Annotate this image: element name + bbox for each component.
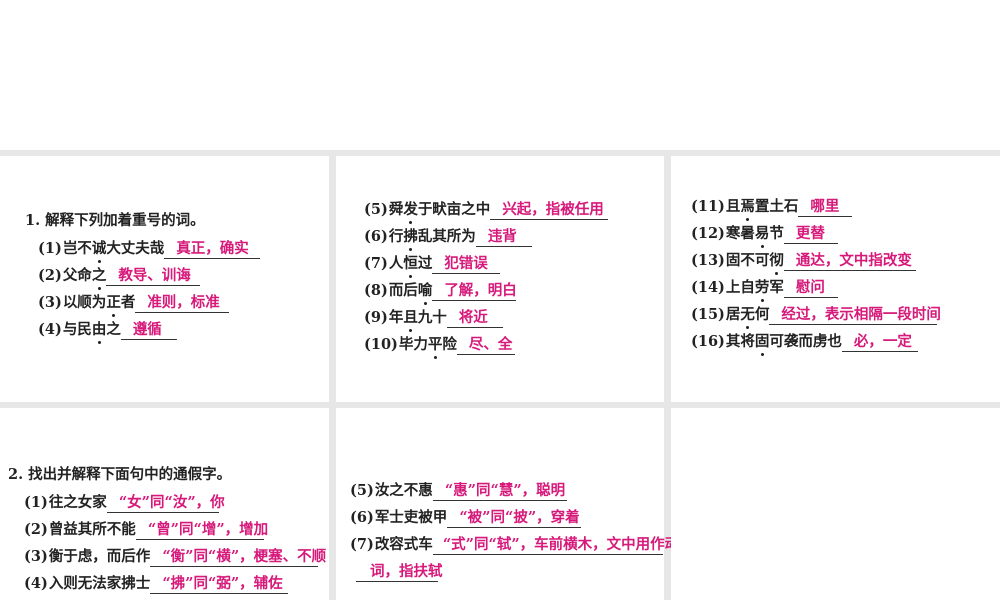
answer: 犯错误 [432, 255, 501, 274]
answer: 违背 [475, 228, 532, 247]
q1-item-9: (9)年且九十 将近 [364, 309, 503, 328]
q2-item-5: (5)汝之不惠 “惠”同“慧”，聪明 [350, 482, 567, 501]
q1-item-2: (2)父命之 教导、训诲 [38, 267, 201, 286]
q1-item-15: (15)居无何 经过，表示相隔一段时间 [691, 306, 941, 325]
answer: “拂”同“弼”，辅佐 [150, 575, 289, 594]
answer: “被”同“披”，穿着 [447, 509, 582, 528]
answer: 真正，确实 [164, 240, 261, 259]
answer: 哪里 [798, 198, 853, 217]
q1-item-14: (14)上自劳军 慰问 [691, 279, 838, 298]
q2-item-7: (7)改容式车 “式”同“轼”，车前横木，文中用作动 [350, 536, 680, 555]
answer: 慰问 [783, 279, 838, 298]
q2-item-6: (6)军士吏被甲 “被”同“披”，穿着 [350, 509, 582, 528]
answer: 更替 [783, 225, 838, 244]
top-blank-area [0, 0, 1000, 150]
panel-q1-part1: 1. 解释下列加着重号的词。 (1)岂不诚大丈夫哉 真正，确实 (2)父命之 教导、… [0, 156, 329, 402]
q2-item-4: (4)入则无法家拂士 “拂”同“弼”，辅佐 [24, 575, 289, 594]
answer: 遵循 [120, 321, 177, 340]
q1-item-5: (5)舜发于畎亩之中 兴起，指被任用 [364, 201, 609, 220]
answer: “女”同“汝”，你 [106, 494, 225, 513]
q1-item-3: (3)以顺为正者 准则，标准 [38, 294, 230, 313]
q1-item-12: (12)寒暑易节 更替 [691, 225, 838, 244]
answer: 将近 [446, 309, 503, 328]
q1-item-1: (1)岂不诚大丈夫哉 真正，确实 [38, 240, 261, 259]
question-2-title: 2. 找出并解释下面句中的通假字。 [8, 466, 232, 483]
panel-q2-part1: 2. 找出并解释下面句中的通假字。 (1)往之女家 “女”同“汝”，你 (2)曾益… [0, 408, 329, 600]
answer: “惠”同“慧”，聪明 [432, 482, 567, 501]
q1-item-8: (8)而后喻 了解，明白 [364, 282, 517, 301]
panel-q1-part2: (5)舜发于畎亩之中 兴起，指被任用 (6)行拂乱其所为 违背 (7)人恒过 犯错误 … [336, 156, 664, 402]
q1-item-11: (11)且焉置土石 哪里 [691, 198, 853, 217]
question-1-title: 1. 解释下列加着重号的词。 [25, 212, 205, 229]
q1-item-4: (4)与民由之 遵循 [38, 321, 177, 340]
answer: 必，一定 [841, 333, 918, 352]
answer: 通达，文中指改变 [783, 252, 916, 271]
q1-item-13: (13)固不可彻 通达，文中指改变 [691, 252, 916, 271]
answer: 兴起，指被任用 [490, 201, 609, 220]
q2-item-1: (1)往之女家 “女”同“汝”，你 [24, 494, 225, 513]
answer: 了解，明白 [432, 282, 517, 301]
q1-item-6: (6)行拂乱其所为 违背 [364, 228, 532, 247]
panel-q1-part3: (11)且焉置土石 哪里 (12)寒暑易节 更替 (13)固不可彻 通达，文中指改变 … [671, 156, 1000, 402]
answer: “式”同“轼”，车前横木，文中用作动 [432, 536, 679, 555]
q2-item-2: (2)曾益其所不能 “曾”同“增”，增加 [24, 521, 269, 540]
panel-q2-part2: (5)汝之不惠 “惠”同“慧”，聪明 (6)军士吏被甲 “被”同“披”，穿着 (7)… [336, 408, 680, 600]
answer: “衡”同“横”，梗塞、不顺 [150, 548, 326, 567]
answer: 教导、训诲 [106, 267, 201, 286]
panel-empty [671, 408, 1000, 600]
q2-item-3: (3)衡于虑，而后作 “衡”同“横”，梗塞、不顺 [24, 548, 327, 567]
q1-item-10: (10)毕力平险 尽、全 [364, 336, 515, 355]
answer: “曾”同“增”，增加 [135, 521, 268, 540]
answer-continued: 词，指扶轼 [356, 563, 443, 582]
q1-item-16: (16)其将固可袭而虏也 必，一定 [691, 333, 918, 352]
answer: 尽、全 [456, 336, 515, 355]
answer: 准则，标准 [135, 294, 230, 313]
q2-item-7-continued: 词，指扶轼 [356, 563, 443, 582]
answer: 经过，表示相隔一段时间 [769, 306, 941, 325]
q1-item-7: (7)人恒过 犯错误 [364, 255, 501, 274]
